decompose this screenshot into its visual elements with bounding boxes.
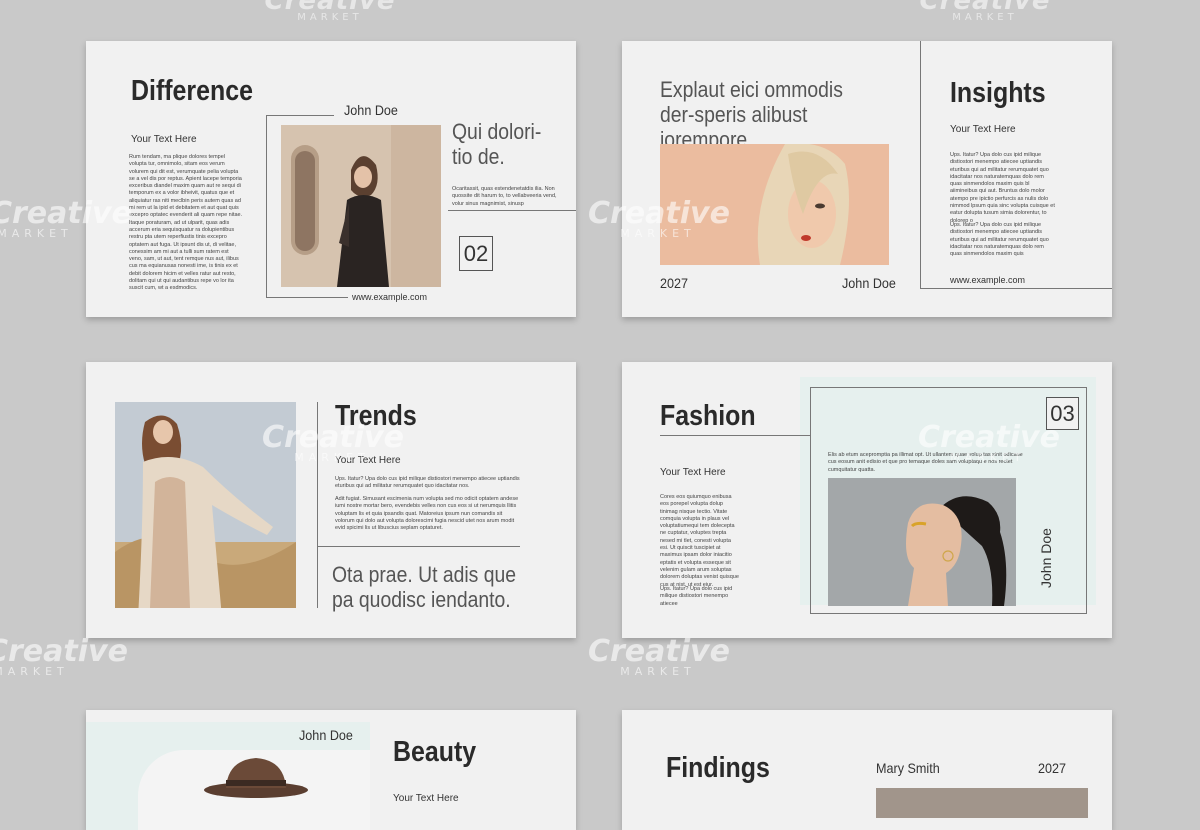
small-text: Ocaritassit, quas estendenetatdis ilia. … (452, 186, 557, 207)
frame-bottom (920, 288, 1112, 289)
body-text-1: Ups. Itatur? Upa dolo cus ipid milique d… (950, 152, 1055, 224)
body-text: Rum tendam, ma plique dolores tempel vol… (129, 154, 243, 292)
photo-woman-hat (196, 752, 316, 800)
slide-subtitle: Your Text Here (393, 793, 459, 804)
author-name: John Doe (344, 102, 398, 118)
headline: Explaut eici ommodis der-speris alibust … (660, 77, 843, 152)
slide-title: Findings (666, 752, 770, 784)
watermark-left-3: Creative MARKET (0, 634, 128, 678)
watermark-brand: Creative (588, 634, 730, 669)
watermark-brand: Creative (0, 634, 128, 669)
author-name: John Doe (299, 727, 353, 743)
card-text: Elis ab etum acepromptia pa illimat opt.… (828, 452, 1023, 473)
slide-subtitle: Your Text Here (131, 134, 197, 145)
slide-difference[interactable]: Difference Your Text Here Rum tendam, ma… (86, 41, 576, 317)
watermark-sub: MARKET (0, 227, 73, 240)
watermark-top-right: Creative MARKET (905, 0, 1065, 23)
frame-bottom (266, 297, 348, 298)
slide-number-badge: 03 (1046, 397, 1079, 430)
slide-findings[interactable]: Findings Mary Smith 2027 (622, 710, 1112, 830)
watermark-brand: Creative (0, 196, 132, 231)
photo-findings (876, 788, 1088, 818)
body-text-1: Ups. Itatur? Upa dolo cus ipid milique d… (335, 476, 520, 490)
website-url: www.example.com (352, 292, 428, 302)
pull-quote: Qui dolori-tio de. (452, 119, 542, 169)
watermark-top-left: Creative MARKET (250, 0, 410, 23)
divider (266, 115, 334, 116)
divider-right (448, 210, 576, 211)
slide-subtitle: Your Text Here (660, 467, 726, 478)
body-text-2: Ups. Itatur? Upa dolo cus ipid milique d… (950, 222, 1049, 258)
watermark-sub: MARKET (0, 665, 69, 678)
title-underline (660, 435, 810, 436)
photo-woman-black-dress (281, 125, 441, 287)
year: 2027 (660, 275, 689, 291)
photo-blonde-woman (660, 144, 889, 265)
body-text: Cores eos quiumquo enibusa eos porepel v… (660, 494, 739, 588)
photo-woman-coat (115, 402, 296, 608)
author-name: Mary Smith (876, 760, 940, 776)
horizontal-divider (317, 546, 520, 547)
slide-trends[interactable]: Trends Your Text Here Ups. Itatur? Upa d… (86, 362, 576, 638)
pull-quote: Ota prae. Ut adis que pa quodisc iendant… (332, 562, 517, 612)
slide-title: Beauty (393, 736, 477, 768)
slide-title: Trends (335, 400, 417, 432)
frame-left (920, 41, 921, 289)
slide-subtitle: Your Text Here (950, 124, 1016, 135)
slide-fashion[interactable]: Fashion 03 Your Text Here Cores eos quiu… (622, 362, 1112, 638)
watermark-sub: MARKET (620, 665, 696, 678)
slide-subtitle: Your Text Here (335, 455, 401, 466)
website-url: www.example.com (950, 275, 1026, 285)
watermark-left-1: Creative MARKET (0, 196, 132, 240)
slide-insights[interactable]: Explaut eici ommodis der-speris alibust … (622, 41, 1112, 317)
vertical-divider (317, 402, 318, 608)
body-text-2: Ups. Itatur? Upa dolo cus ipid milique d… (660, 586, 733, 607)
slide-title: Difference (131, 75, 253, 107)
body-text-2: Adit fugiat. Simusant escimenia num volu… (335, 496, 519, 532)
slide-beauty[interactable]: John Doe Beauty Your Text Here (86, 710, 576, 830)
watermark-center-3: Creative MARKET (588, 634, 730, 678)
slide-title: Fashion (660, 400, 756, 432)
frame-left (266, 115, 267, 297)
slide-title: Insights (950, 77, 1046, 109)
author-name-vertical: John Doe (1038, 528, 1054, 588)
year: 2027 (1038, 760, 1067, 776)
author-name: John Doe (842, 275, 896, 291)
slide-number-badge: 02 (459, 236, 493, 271)
photo-woman-braid (828, 478, 1016, 606)
